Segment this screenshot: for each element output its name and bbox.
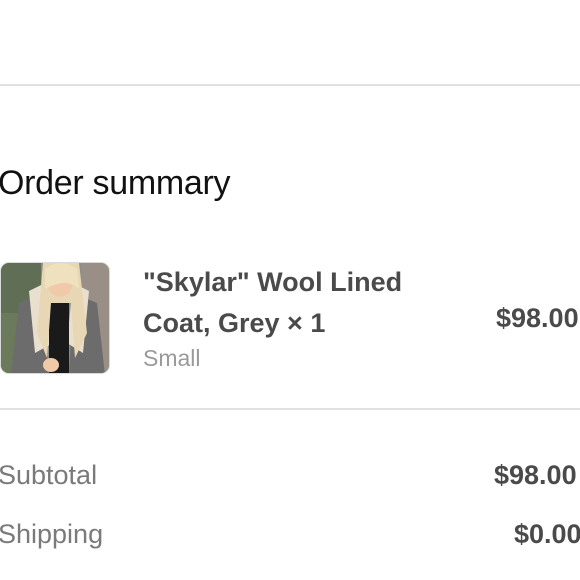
product-photo-icon — [1, 263, 109, 373]
product-thumbnail — [0, 262, 110, 374]
item-name: "Skylar" Wool Lined Coat, Grey × 1 — [143, 267, 403, 338]
shipping-value: $0.00 — [514, 519, 580, 549]
item-variant: Small — [143, 345, 201, 371]
order-summary-title: Order summary — [0, 164, 231, 202]
summary-divider — [0, 408, 580, 410]
shipping-label: Shipping — [0, 519, 104, 549]
subtotal-value: $98.00 — [494, 460, 577, 490]
order-summary-page: Order summary "Skylar" Wool Lined Coat, … — [0, 0, 580, 580]
subtotal-label: Subtotal — [0, 460, 98, 490]
item-price: $98.00 — [496, 303, 579, 333]
top-divider — [0, 84, 580, 86]
